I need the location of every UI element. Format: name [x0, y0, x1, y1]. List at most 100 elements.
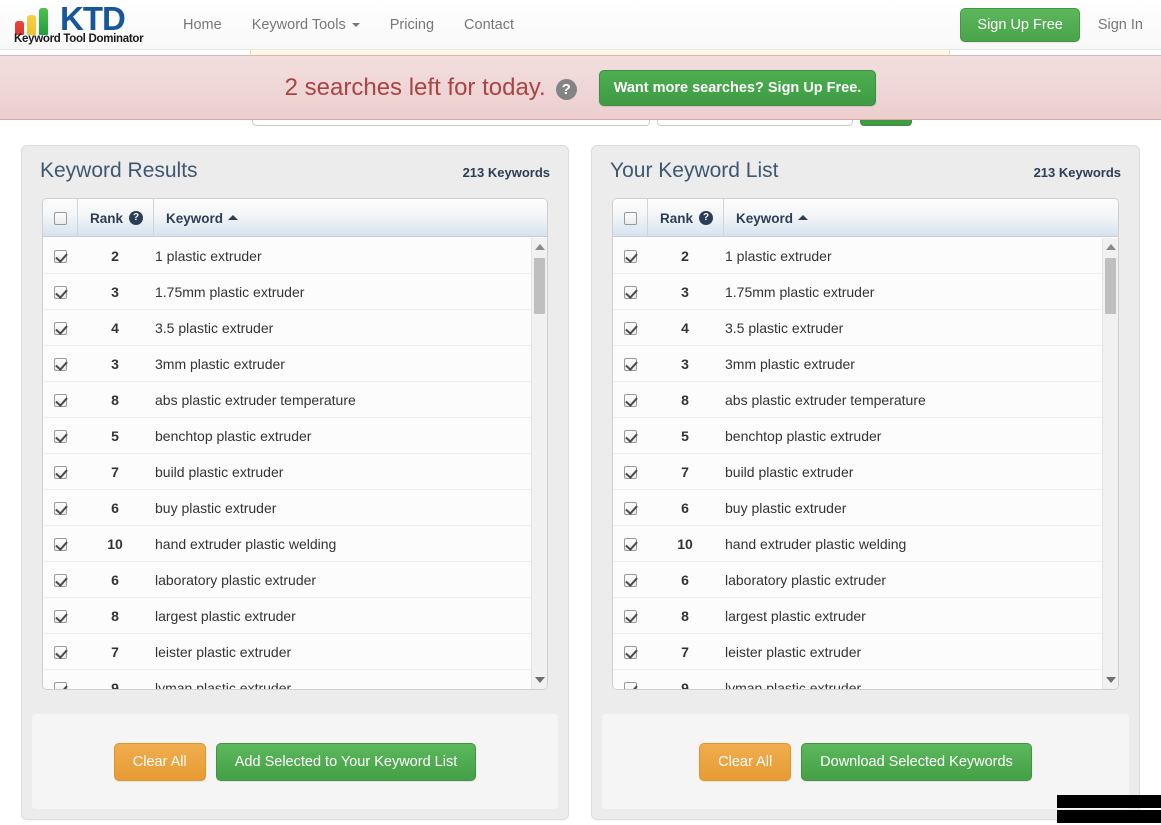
row-checkbox[interactable] [53, 609, 67, 623]
table-row[interactable]: 4 3.5 plastic extruder [613, 310, 1118, 346]
rank-help-icon-right[interactable]: ? [699, 211, 714, 225]
row-checkbox[interactable] [53, 429, 67, 443]
scroll-down-arrow-icon[interactable] [535, 677, 545, 683]
keyword-results-scrollbar[interactable] [531, 238, 547, 689]
keyword-results-table: Rank ? Keyword 2 1 plastic extruder 3 1.75m… [42, 198, 548, 690]
keyword-cell: 1.75mm plastic extruder [725, 284, 875, 300]
row-checkbox[interactable] [53, 357, 67, 371]
row-checkbox[interactable] [53, 321, 67, 335]
table-row[interactable]: 7 build plastic extruder [613, 454, 1118, 490]
table-row[interactable]: 3 3mm plastic extruder [43, 346, 547, 382]
row-checkbox[interactable] [623, 429, 637, 443]
nav-link-pricing[interactable]: Pricing [375, 0, 449, 50]
row-checkbox[interactable] [53, 645, 67, 659]
nav-link-home[interactable]: Home [168, 0, 237, 50]
add-selected-button[interactable]: Add Selected to Your Keyword List [215, 742, 477, 781]
table-row[interactable]: 2 1 plastic extruder [613, 238, 1118, 274]
keyword-cell: 3.5 plastic extruder [725, 320, 844, 336]
table-row[interactable]: 7 leister plastic extruder [43, 634, 547, 670]
keyword-cell: abs plastic extruder temperature [725, 392, 926, 408]
scrollbar-thumb-right[interactable] [1105, 258, 1116, 314]
table-row[interactable]: 6 buy plastic extruder [613, 490, 1118, 526]
row-checkbox[interactable] [53, 681, 67, 689]
select-all-checkbox-right[interactable] [623, 211, 637, 225]
sort-ascending-icon[interactable] [228, 214, 239, 220]
want-more-searches-button[interactable]: Want more searches? Sign Up Free. [598, 69, 877, 106]
table-row[interactable]: 5 benchtop plastic extruder [613, 418, 1118, 454]
your-keyword-list-scrollbar[interactable] [1102, 238, 1118, 689]
keyword-cell: 3mm plastic extruder [155, 356, 285, 372]
rank-cell: 7 [681, 644, 689, 660]
row-checkbox[interactable] [623, 321, 637, 335]
row-checkbox[interactable] [623, 681, 637, 689]
table-row[interactable]: 5 benchtop plastic extruder [43, 418, 547, 454]
sign-in-link[interactable]: Sign In [1088, 0, 1161, 50]
rank-cell: 3 [681, 356, 689, 372]
keyword-header-cell[interactable]: Keyword [153, 199, 547, 237]
scrollbar-thumb[interactable] [534, 258, 545, 314]
keyword-cell: lyman plastic extruder [155, 680, 292, 689]
rank-cell: 5 [111, 428, 119, 444]
keyword-cell: build plastic extruder [725, 464, 854, 480]
row-checkbox[interactable] [623, 645, 637, 659]
row-checkbox[interactable] [623, 393, 637, 407]
table-row[interactable]: 7 leister plastic extruder [613, 634, 1118, 670]
rank-help-icon[interactable]: ? [129, 211, 144, 225]
row-checkbox[interactable] [623, 537, 637, 551]
table-row[interactable]: 8 abs plastic extruder temperature [613, 382, 1118, 418]
rank-header-cell-right[interactable]: Rank ? [647, 199, 723, 237]
row-checkbox[interactable] [53, 537, 67, 551]
scroll-up-arrow-icon[interactable] [535, 244, 545, 250]
brand-tagline: Keyword Tool Dominator [14, 33, 144, 45]
download-selected-button[interactable]: Download Selected Keywords [801, 742, 1032, 781]
table-row[interactable]: 8 abs plastic extruder temperature [43, 382, 547, 418]
table-row[interactable]: 10 hand extruder plastic welding [43, 526, 547, 562]
keyword-cell: laboratory plastic extruder [725, 572, 887, 588]
row-checkbox[interactable] [53, 393, 67, 407]
table-row[interactable]: 3 1.75mm plastic extruder [613, 274, 1118, 310]
nav-link-contact[interactable]: Contact [449, 0, 529, 50]
scroll-down-arrow-icon-right[interactable] [1106, 677, 1116, 683]
row-checkbox[interactable] [53, 249, 67, 263]
row-checkbox[interactable] [623, 573, 637, 587]
scroll-up-arrow-icon-right[interactable] [1106, 244, 1116, 250]
table-row[interactable]: 8 largest plastic extruder [43, 598, 547, 634]
row-checkbox[interactable] [623, 609, 637, 623]
keyword-header-cell-right[interactable]: Keyword [723, 199, 1118, 237]
row-checkbox[interactable] [623, 465, 637, 479]
table-row[interactable]: 4 3.5 plastic extruder [43, 310, 547, 346]
table-row[interactable]: 3 3mm plastic extruder [613, 346, 1118, 382]
your-keyword-list-panel: Your Keyword List 213 Keywords Rank ? Ke… [591, 145, 1140, 820]
rank-header-cell[interactable]: Rank ? [77, 199, 153, 237]
table-row[interactable]: 7 build plastic extruder [43, 454, 547, 490]
select-all-checkbox[interactable] [53, 211, 67, 225]
row-checkbox-cell [613, 346, 647, 382]
row-checkbox[interactable] [623, 249, 637, 263]
clear-all-button-left[interactable]: Clear All [113, 742, 206, 781]
nav-link-keyword-tools[interactable]: Keyword Tools [237, 0, 375, 50]
row-checkbox[interactable] [53, 501, 67, 515]
table-row[interactable]: 9 lyman plastic extruder [613, 670, 1118, 689]
row-checkbox[interactable] [53, 573, 67, 587]
row-checkbox-cell [613, 670, 647, 689]
sign-up-free-button[interactable]: Sign Up Free [960, 8, 1080, 42]
row-checkbox[interactable] [53, 285, 67, 299]
clear-all-button-right[interactable]: Clear All [699, 742, 792, 781]
sort-ascending-icon-right[interactable] [798, 214, 809, 220]
table-row[interactable]: 6 buy plastic extruder [43, 490, 547, 526]
row-checkbox[interactable] [623, 285, 637, 299]
table-row[interactable]: 8 largest plastic extruder [613, 598, 1118, 634]
table-row[interactable]: 2 1 plastic extruder [43, 238, 547, 274]
row-checkbox[interactable] [53, 465, 67, 479]
redaction-bar-top [1057, 795, 1161, 808]
table-row[interactable]: 3 1.75mm plastic extruder [43, 274, 547, 310]
table-row[interactable]: 6 laboratory plastic extruder [43, 562, 547, 598]
table-row[interactable]: 6 laboratory plastic extruder [613, 562, 1118, 598]
table-row[interactable]: 10 hand extruder plastic welding [613, 526, 1118, 562]
row-checkbox-cell [613, 598, 647, 634]
row-checkbox[interactable] [623, 501, 637, 515]
table-row[interactable]: 9 lyman plastic extruder [43, 670, 547, 689]
brand-logo[interactable]: KTD Keyword Tool Dominator [10, 0, 155, 46]
row-checkbox[interactable] [623, 357, 637, 371]
help-icon[interactable]: ? [555, 79, 577, 100]
